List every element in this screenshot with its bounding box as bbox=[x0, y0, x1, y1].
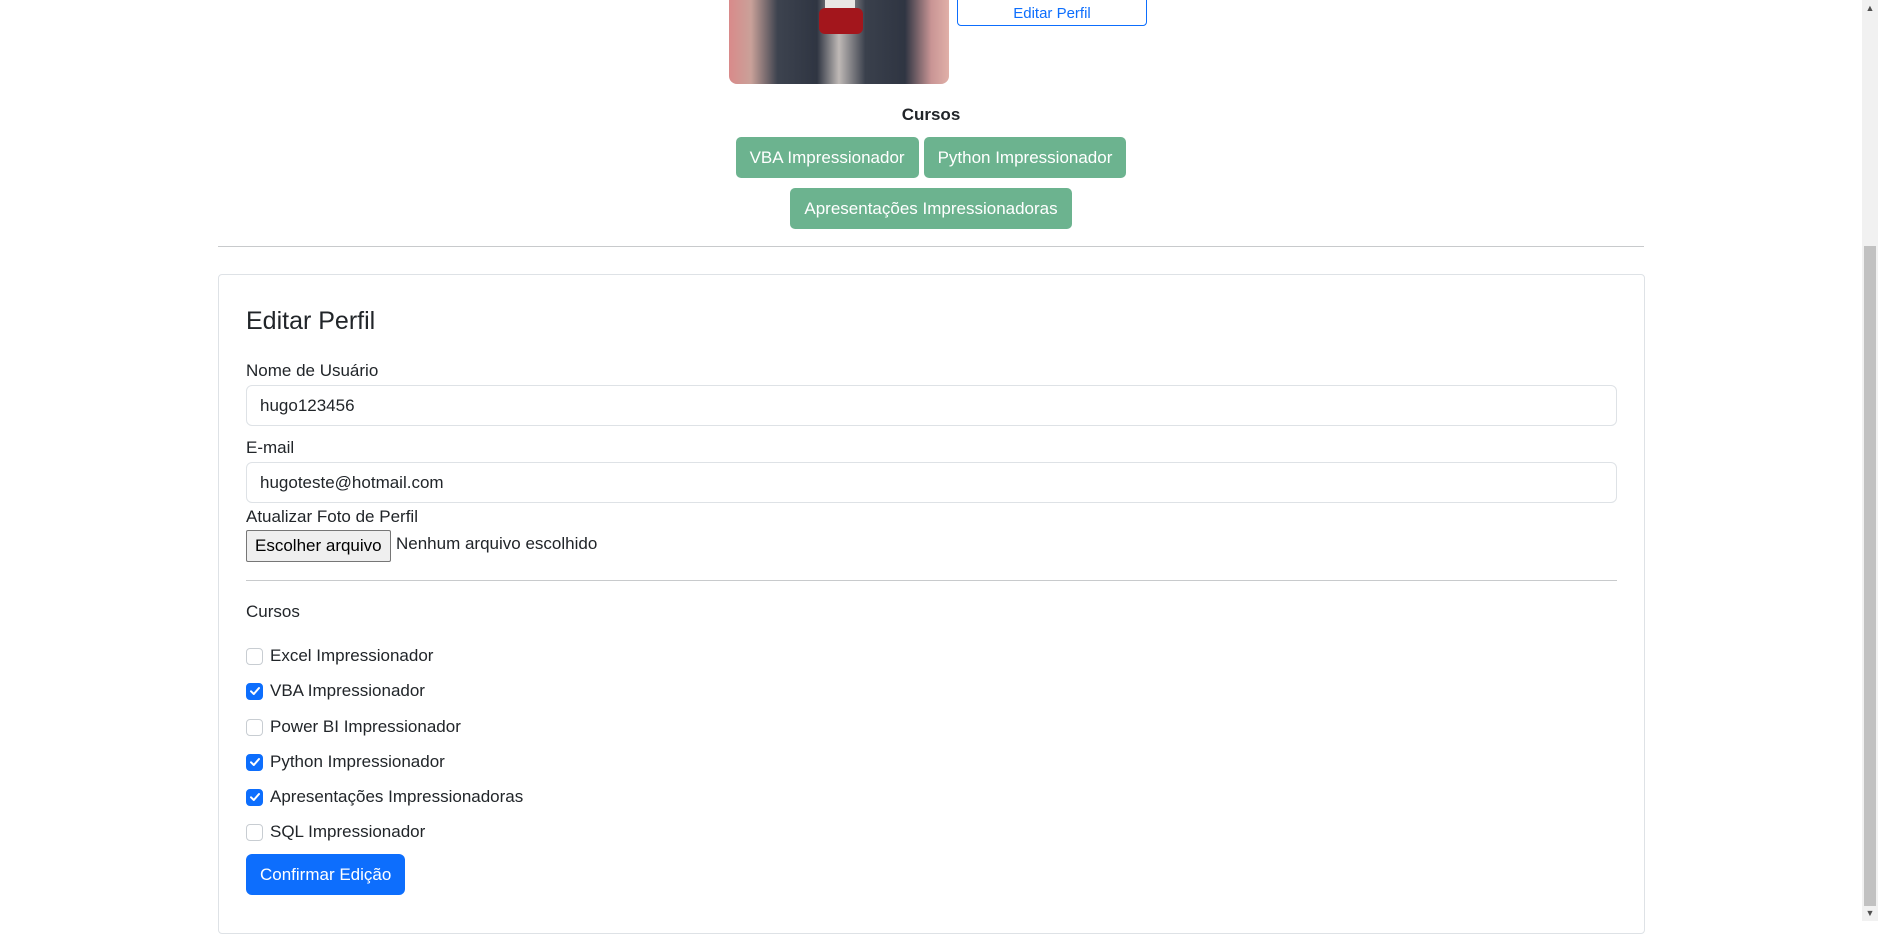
edit-profile-card: Editar Perfil Nome de Usuário hugo123456… bbox=[218, 274, 1645, 934]
confirm-edit-button[interactable]: Confirmar Edição bbox=[246, 854, 406, 895]
checkbox[interactable] bbox=[246, 823, 263, 841]
username-label: Nome de Usuário bbox=[246, 361, 379, 380]
checkbox-label: SQL Impressionador bbox=[270, 822, 426, 841]
choose-file-button[interactable]: Escolher arquivo bbox=[246, 530, 391, 562]
checkbox-label: VBA Impressionador bbox=[270, 681, 425, 700]
file-status: Nenhum arquivo escolhido bbox=[396, 534, 598, 553]
checkmark-icon bbox=[249, 758, 260, 766]
checkmark-icon bbox=[249, 793, 260, 801]
avatar-bow bbox=[819, 8, 863, 34]
username-input[interactable]: hugo123456 bbox=[246, 385, 1617, 426]
photo-label: Atualizar Foto de Perfil bbox=[246, 507, 418, 526]
scroll-down-icon[interactable]: ▼ bbox=[1862, 905, 1878, 921]
scrollbar-thumb[interactable] bbox=[1864, 246, 1876, 906]
checkmark-icon bbox=[249, 687, 260, 695]
section-divider bbox=[218, 246, 1644, 247]
edit-profile-button[interactable]: Editar Perfil bbox=[957, 0, 1147, 26]
email-label: E-mail bbox=[246, 438, 295, 457]
page: Editar Perfil Cursos VBA Impressionador … bbox=[0, 0, 1862, 934]
form-divider bbox=[246, 580, 1617, 581]
scroll-up-icon[interactable]: ▲ bbox=[1862, 0, 1878, 16]
courses-heading: Cursos bbox=[901, 105, 961, 124]
checkbox-label: Python Impressionador bbox=[270, 752, 445, 771]
course-checkbox-row[interactable]: Apresentações Impressionadoras bbox=[246, 787, 523, 807]
course-checkbox-row[interactable]: VBA Impressionador bbox=[246, 681, 425, 701]
course-badge[interactable]: Apresentações Impressionadoras bbox=[790, 188, 1072, 229]
checkbox-label: Apresentações Impressionadoras bbox=[270, 787, 524, 806]
vertical-scrollbar[interactable]: ▲ ▼ bbox=[1862, 0, 1878, 921]
profile-avatar bbox=[729, 0, 949, 84]
course-checkbox-row[interactable]: SQL Impressionador bbox=[246, 822, 425, 842]
checkbox[interactable] bbox=[246, 718, 263, 736]
course-badges-row-2: Apresentações Impressionadoras bbox=[0, 188, 1862, 229]
checkbox-label: Excel Impressionador bbox=[270, 646, 434, 665]
course-badges-row-1: VBA Impressionador Python Impressionador bbox=[0, 137, 1862, 178]
form-title: Editar Perfil bbox=[246, 307, 376, 335]
course-badge[interactable]: Python Impressionador bbox=[923, 137, 1127, 178]
email-input[interactable]: hugoteste@hotmail.com bbox=[246, 462, 1617, 503]
courses-label: Cursos bbox=[246, 602, 300, 621]
course-checkbox-row[interactable]: Excel Impressionador bbox=[246, 646, 433, 666]
checkbox-checked[interactable] bbox=[246, 753, 263, 771]
course-checkbox-row[interactable]: Power BI Impressionador bbox=[246, 717, 461, 737]
checkbox-label: Power BI Impressionador bbox=[270, 717, 461, 736]
course-badge[interactable]: VBA Impressionador bbox=[735, 137, 919, 178]
checkbox-checked[interactable] bbox=[246, 682, 263, 700]
course-checkbox-row[interactable]: Python Impressionador bbox=[246, 752, 445, 772]
checkbox-checked[interactable] bbox=[246, 788, 263, 806]
checkbox[interactable] bbox=[246, 647, 263, 665]
